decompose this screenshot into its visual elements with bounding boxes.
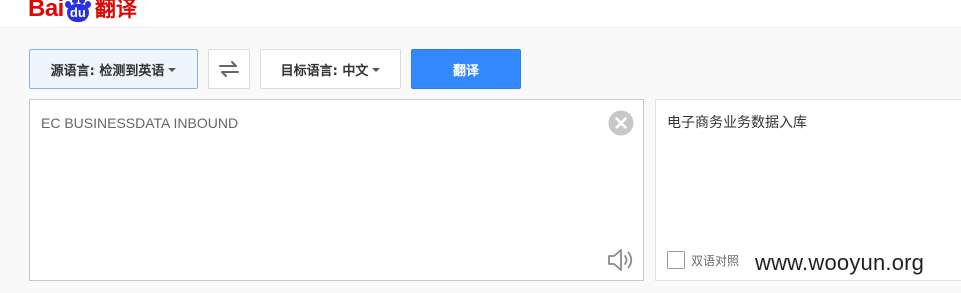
translation-result-text: 电子商务业务数据入库 [667,115,807,131]
translate-button-label: 翻译 [452,63,479,79]
paw-icon: du [64,0,91,22]
page: Bai du 翻译 源语言: 检测到英语 目标语言: 中文 翻译 EC BUSI… [0,0,961,293]
target-language-select[interactable]: 目标语言: 中文 [260,49,401,89]
watermark: www.wooyun.org [755,250,925,275]
logo-bai-text: Bai [28,0,64,22]
bilingual-toggle[interactable]: 双语对照 [667,251,739,269]
bilingual-checkbox[interactable] [667,251,685,269]
logo-product-text: 翻译 [94,0,137,21]
header: Bai du 翻译 [0,0,961,28]
chevron-down-icon [168,67,177,72]
swap-icon [219,61,239,77]
logo-du-text: du [69,5,86,20]
target-language-label: 目标语言: 中文 [280,63,369,79]
source-text[interactable]: EC BUSINESSDATA INBOUND [41,114,601,132]
source-language-label: 源语言: 检测到英语 [50,63,165,79]
source-text-area[interactable]: EC BUSINESSDATA INBOUND [29,99,644,281]
swap-languages-button[interactable] [208,49,250,89]
source-language-select[interactable]: 源语言: 检测到英语 [29,49,198,89]
bilingual-label: 双语对照 [691,253,740,268]
chevron-down-icon [372,67,381,72]
speaker-icon[interactable] [606,246,636,274]
clear-icon[interactable] [608,110,634,136]
baidu-fanyi-logo[interactable]: Bai du 翻译 [28,0,137,24]
translate-button[interactable]: 翻译 [411,49,521,89]
